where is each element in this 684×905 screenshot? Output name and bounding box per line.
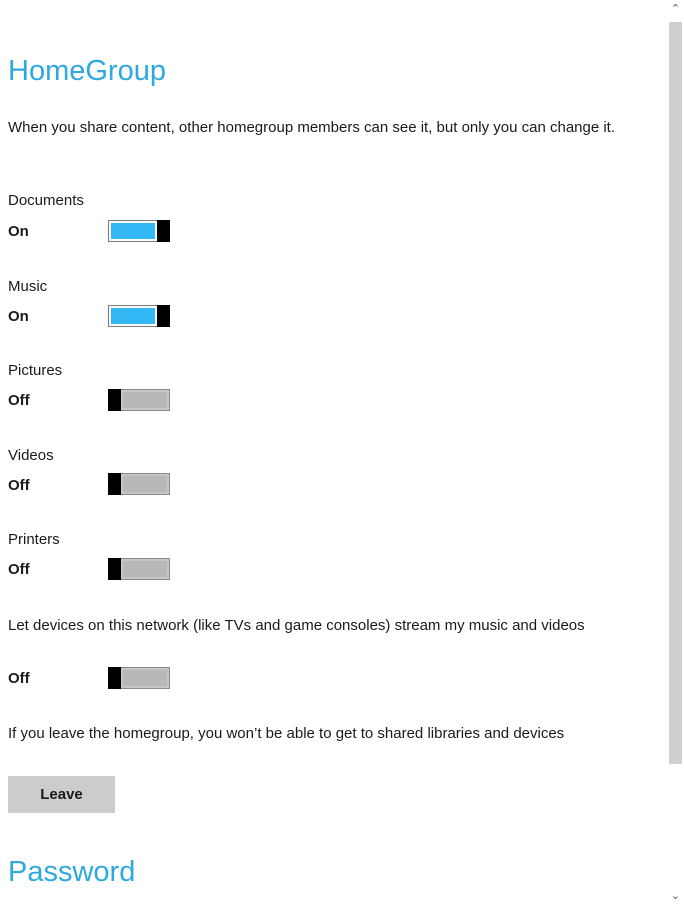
toggle-fill xyxy=(111,223,155,239)
printers-toggle[interactable] xyxy=(108,558,170,580)
scrollbar-thumb[interactable] xyxy=(669,22,682,764)
music-state: On xyxy=(8,308,29,325)
toggle-knob xyxy=(108,389,121,411)
pictures-state: Off xyxy=(8,392,30,409)
toggle-fill xyxy=(111,308,155,324)
toggle-fill xyxy=(123,670,167,686)
music-label: Music xyxy=(8,278,48,295)
stream-devices-toggle[interactable] xyxy=(108,667,170,689)
leave-button[interactable]: Leave xyxy=(8,776,115,813)
chevron-down-icon[interactable]: ⌄ xyxy=(667,887,684,905)
toggle-knob xyxy=(157,220,170,242)
toggle-fill xyxy=(123,476,167,492)
printers-label: Printers xyxy=(8,531,60,548)
music-toggle[interactable] xyxy=(108,305,170,327)
documents-toggle[interactable] xyxy=(108,220,170,242)
toggle-fill xyxy=(123,392,167,408)
pictures-toggle[interactable] xyxy=(108,389,170,411)
toggle-knob xyxy=(108,667,121,689)
videos-label: Videos xyxy=(8,447,54,464)
printers-state: Off xyxy=(8,561,30,578)
toggle-knob xyxy=(108,558,121,580)
toggle-fill xyxy=(123,561,167,577)
documents-label: Documents xyxy=(8,192,84,209)
homegroup-description: When you share content, other homegroup … xyxy=(8,119,616,136)
pictures-label: Pictures xyxy=(8,362,63,379)
vertical-scrollbar[interactable]: ⌃ ⌄ xyxy=(667,0,684,905)
homegroup-title: HomeGroup xyxy=(8,55,166,87)
settings-page: HomeGroup When you share content, other … xyxy=(0,0,684,905)
stream-devices-label: Let devices on this network (like TVs an… xyxy=(8,617,585,634)
documents-state: On xyxy=(8,223,29,240)
chevron-up-icon[interactable]: ⌃ xyxy=(667,0,684,18)
toggle-knob xyxy=(157,305,170,327)
password-title: Password xyxy=(8,856,136,888)
leave-description: If you leave the homegroup, you won’t be… xyxy=(8,725,565,742)
toggle-knob xyxy=(108,473,121,495)
videos-state: Off xyxy=(8,477,30,494)
stream-devices-state: Off xyxy=(8,670,30,687)
videos-toggle[interactable] xyxy=(108,473,170,495)
